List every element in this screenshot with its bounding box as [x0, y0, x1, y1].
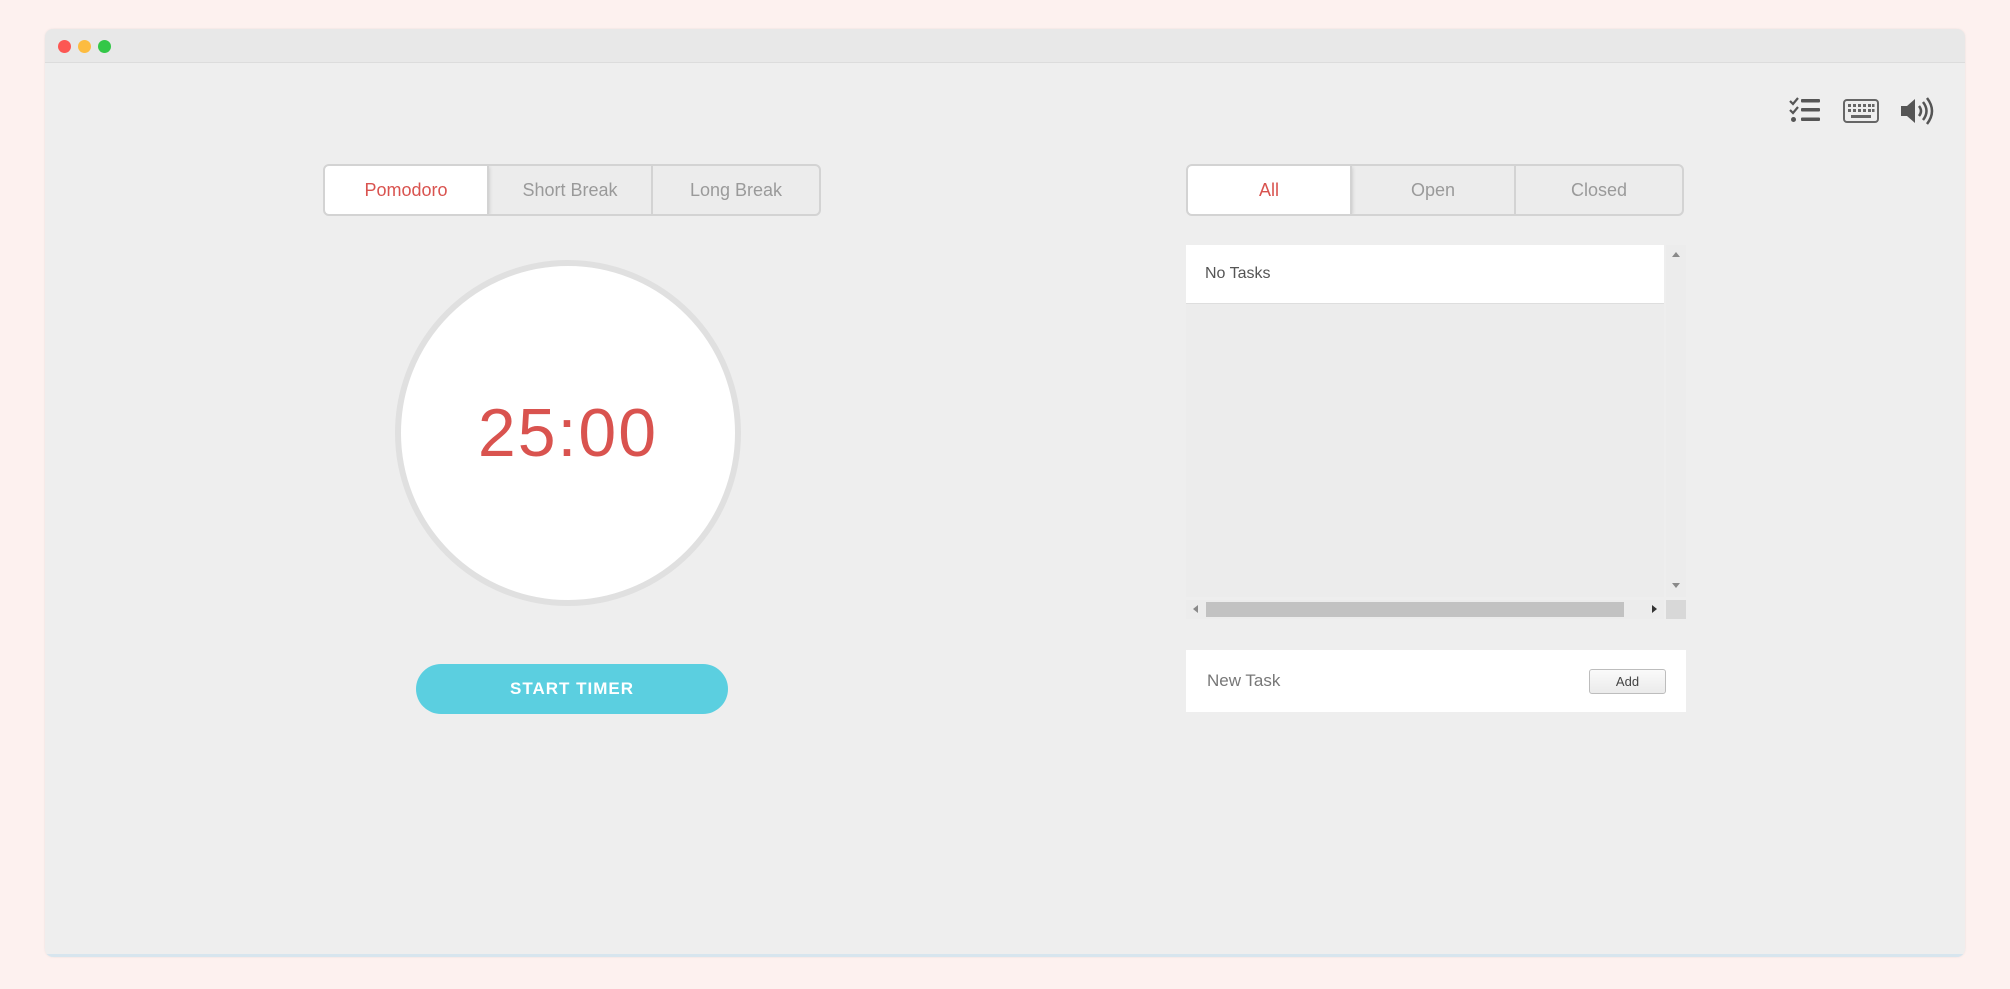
vertical-scrollbar[interactable]: [1666, 245, 1686, 597]
scroll-left-arrow-icon[interactable]: [1193, 605, 1198, 613]
horizontal-scroll-thumb[interactable]: [1206, 602, 1624, 617]
minimize-window-button[interactable]: [78, 40, 91, 53]
task-list[interactable]: No Tasks: [1186, 245, 1664, 597]
new-task-bar: Add: [1186, 650, 1686, 712]
scroll-down-arrow-icon[interactable]: [1672, 583, 1680, 588]
scrollbar-corner: [1666, 600, 1686, 619]
new-task-input[interactable]: [1186, 650, 1586, 712]
tab-all[interactable]: All: [1188, 166, 1352, 214]
tab-open[interactable]: Open: [1352, 166, 1516, 214]
tab-pomodoro[interactable]: Pomodoro: [325, 166, 489, 214]
zoom-window-button[interactable]: [98, 40, 111, 53]
keyboard-icon[interactable]: [1841, 91, 1881, 131]
volume-icon[interactable]: [1897, 91, 1937, 131]
timer-display: 25:00: [477, 395, 659, 471]
tab-short-break[interactable]: Short Break: [489, 166, 653, 214]
add-task-button[interactable]: Add: [1589, 669, 1666, 694]
task-list-pane: No Tasks: [1186, 245, 1686, 619]
tasks-icon[interactable]: [1785, 91, 1825, 131]
scroll-up-arrow-icon[interactable]: [1672, 252, 1680, 257]
app-window: Pomodoro Short Break Long Break 25:00 ST…: [45, 29, 1965, 957]
empty-task-message: No Tasks: [1186, 245, 1664, 304]
title-bar: [45, 29, 1965, 63]
task-filter-tabs: All Open Closed: [1186, 164, 1684, 216]
scroll-right-arrow-icon[interactable]: [1652, 605, 1657, 613]
close-window-button[interactable]: [58, 40, 71, 53]
window-bottom-edge: [45, 954, 1965, 957]
tab-long-break[interactable]: Long Break: [653, 166, 819, 214]
timer-mode-tabs: Pomodoro Short Break Long Break: [323, 164, 821, 216]
tab-closed[interactable]: Closed: [1516, 166, 1682, 214]
start-timer-button[interactable]: START TIMER: [416, 664, 728, 714]
timer-dial: 25:00: [395, 260, 741, 606]
horizontal-scrollbar[interactable]: [1186, 600, 1664, 619]
